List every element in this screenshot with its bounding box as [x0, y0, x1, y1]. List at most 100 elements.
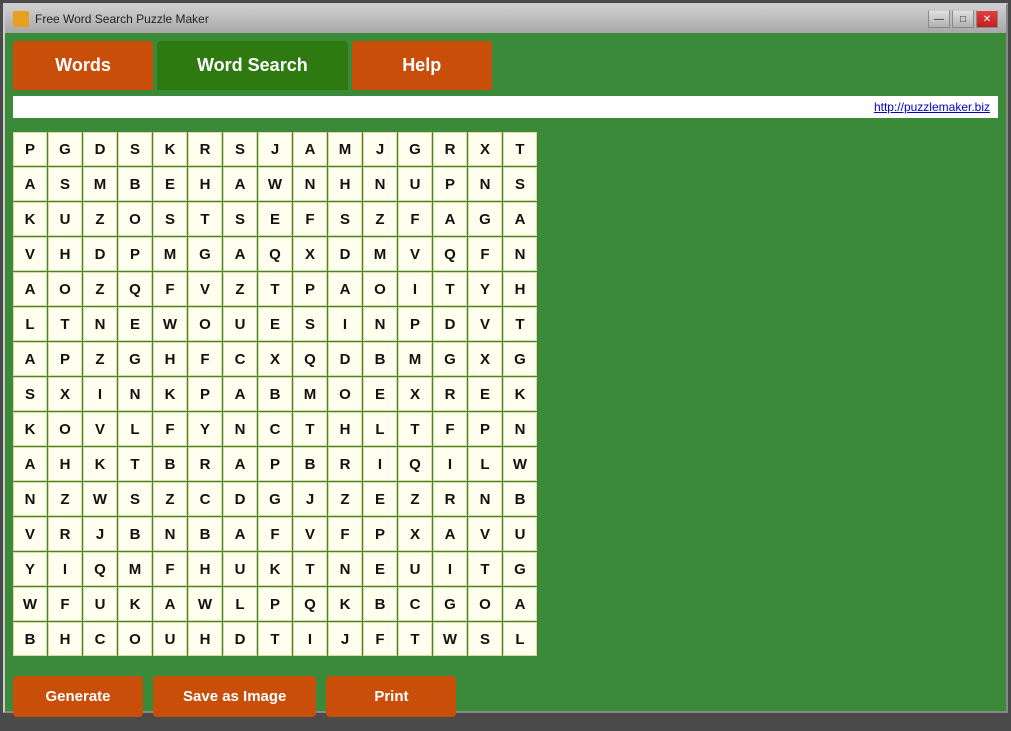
cell: H	[328, 167, 362, 201]
website-link[interactable]: http://puzzlemaker.biz	[874, 100, 990, 114]
cell: Q	[433, 237, 467, 271]
cell: Q	[293, 342, 327, 376]
cell: X	[468, 132, 502, 166]
cell: J	[258, 132, 292, 166]
header-area: http://puzzlemaker.biz	[13, 96, 998, 118]
cell: D	[433, 307, 467, 341]
cell: V	[188, 272, 222, 306]
cell: E	[258, 202, 292, 236]
cell: W	[258, 167, 292, 201]
cell: I	[293, 622, 327, 656]
cell: N	[328, 552, 362, 586]
cell: V	[293, 517, 327, 551]
cell: G	[258, 482, 292, 516]
cell: A	[223, 237, 257, 271]
cell: H	[48, 622, 82, 656]
cell: M	[153, 237, 187, 271]
cell: R	[433, 377, 467, 411]
cell: Y	[188, 412, 222, 446]
cell: E	[363, 552, 397, 586]
print-button[interactable]: Print	[326, 676, 456, 717]
cell: B	[118, 517, 152, 551]
cell: G	[433, 342, 467, 376]
cell: X	[398, 377, 432, 411]
minimize-button[interactable]: —	[928, 10, 950, 28]
cell: P	[363, 517, 397, 551]
cell: C	[258, 412, 292, 446]
cell: G	[188, 237, 222, 271]
cell: F	[188, 342, 222, 376]
cell: F	[398, 202, 432, 236]
generate-button[interactable]: Generate	[13, 676, 143, 717]
cell: H	[48, 447, 82, 481]
cell: G	[433, 587, 467, 621]
cell: B	[363, 587, 397, 621]
maximize-button[interactable]: □	[952, 10, 974, 28]
cell: F	[258, 517, 292, 551]
cell: U	[83, 587, 117, 621]
cell: G	[468, 202, 502, 236]
cell: B	[363, 342, 397, 376]
cell: P	[188, 377, 222, 411]
cell: I	[83, 377, 117, 411]
cell: A	[433, 517, 467, 551]
cell: R	[188, 447, 222, 481]
cell: N	[503, 237, 537, 271]
cell: E	[363, 482, 397, 516]
cell: X	[258, 342, 292, 376]
cell: O	[48, 412, 82, 446]
cell: E	[153, 167, 187, 201]
save-as-image-button[interactable]: Save as Image	[153, 676, 316, 717]
cell: M	[398, 342, 432, 376]
cell: Z	[153, 482, 187, 516]
cell: D	[223, 482, 257, 516]
cell: E	[118, 307, 152, 341]
cell: T	[118, 447, 152, 481]
cell: Z	[48, 482, 82, 516]
cell: D	[83, 132, 117, 166]
cell: O	[468, 587, 502, 621]
cell: P	[433, 167, 467, 201]
cell: L	[468, 447, 502, 481]
cell: T	[48, 307, 82, 341]
cell: H	[503, 272, 537, 306]
cell: Z	[328, 482, 362, 516]
cell: L	[503, 622, 537, 656]
cell: R	[433, 132, 467, 166]
cell: T	[468, 552, 502, 586]
bottom-bar: Generate Save as Image Print	[13, 670, 998, 723]
close-button[interactable]: ✕	[976, 10, 998, 28]
cell: F	[433, 412, 467, 446]
cell: B	[258, 377, 292, 411]
cell: O	[48, 272, 82, 306]
cell: A	[223, 447, 257, 481]
puzzle-container: PGDSKRSJAMJGRXTASMBEHAWNHNUPNSKUZOSTSEFS…	[13, 124, 998, 664]
cell: H	[188, 622, 222, 656]
cell: Z	[83, 342, 117, 376]
cell: N	[13, 482, 47, 516]
cell: Y	[13, 552, 47, 586]
cell: K	[328, 587, 362, 621]
cell: J	[363, 132, 397, 166]
cell: K	[153, 377, 187, 411]
cell: N	[503, 412, 537, 446]
cell: R	[188, 132, 222, 166]
cell: M	[83, 167, 117, 201]
cell: T	[293, 552, 327, 586]
cell: P	[293, 272, 327, 306]
cell: H	[153, 342, 187, 376]
cell: S	[118, 132, 152, 166]
cell: Z	[363, 202, 397, 236]
tab-help[interactable]: Help	[352, 41, 492, 90]
cell: U	[153, 622, 187, 656]
cell: G	[503, 342, 537, 376]
cell: M	[293, 377, 327, 411]
tab-words[interactable]: Words	[13, 41, 153, 90]
cell: R	[48, 517, 82, 551]
cell: A	[503, 587, 537, 621]
cell: X	[468, 342, 502, 376]
cell: F	[48, 587, 82, 621]
cell: T	[503, 307, 537, 341]
cell: K	[13, 202, 47, 236]
tab-wordsearch[interactable]: Word Search	[157, 41, 348, 90]
